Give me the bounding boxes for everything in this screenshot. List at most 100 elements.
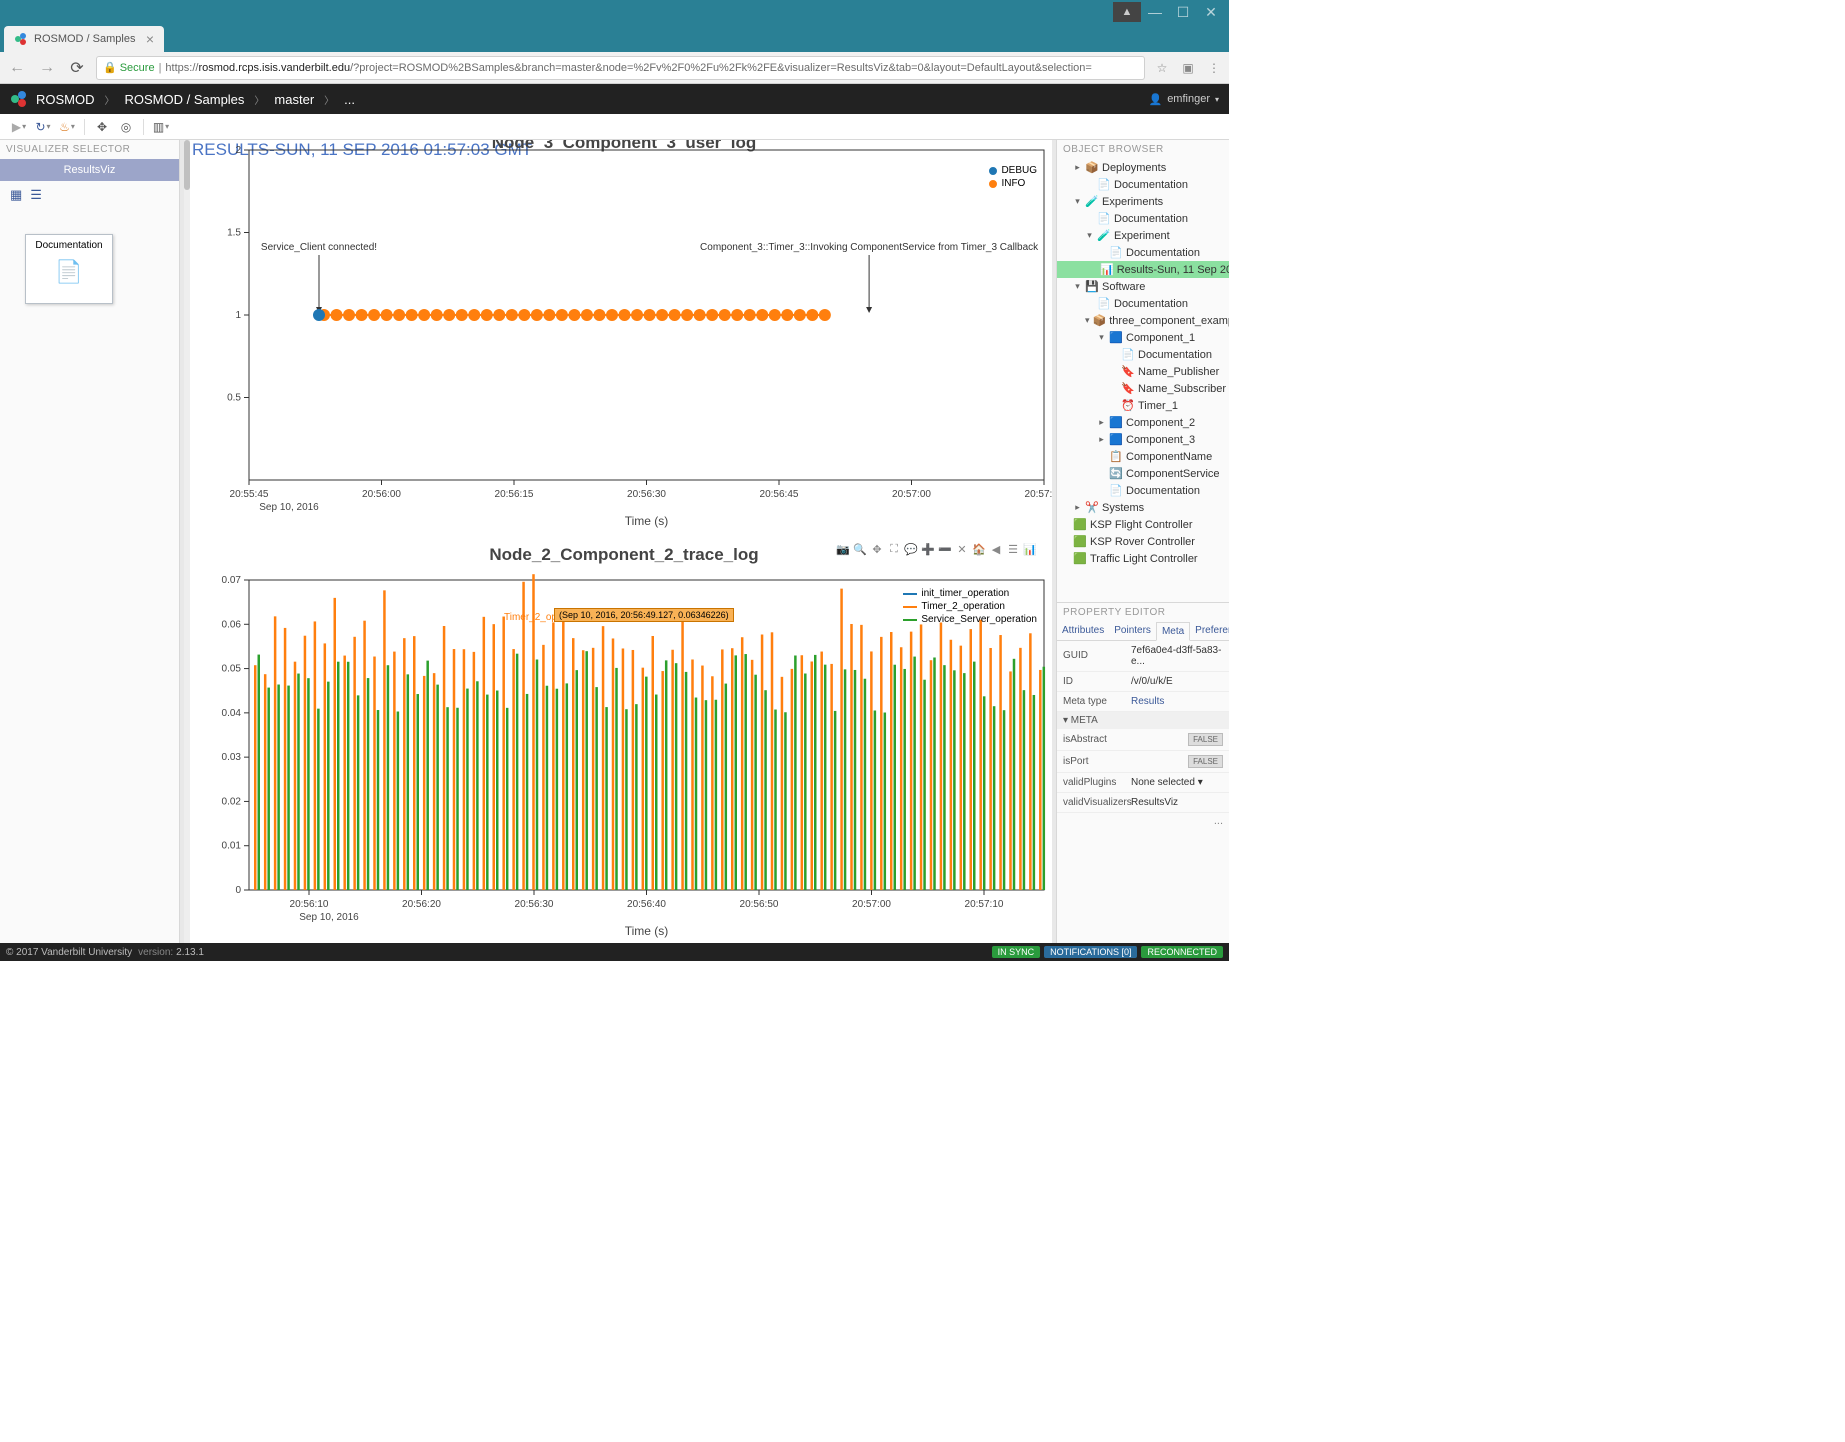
tree-node[interactable]: ⏰Timer_1: [1057, 397, 1229, 414]
status-badge[interactable]: NOTIFICATIONS [0]: [1044, 946, 1137, 958]
chart-tool-icon[interactable]: 💬: [904, 542, 918, 556]
chart-tool-icon[interactable]: ➖: [938, 542, 952, 556]
property-section-header[interactable]: ▾ META: [1057, 712, 1229, 729]
minimize-icon[interactable]: —: [1141, 2, 1169, 22]
close-icon[interactable]: ✕: [1197, 2, 1225, 22]
tree-expander-icon[interactable]: ▸: [1097, 434, 1106, 445]
grid-view-icon[interactable]: ▦: [10, 187, 22, 203]
tree-node[interactable]: 🟩Traffic Light Controller: [1057, 550, 1229, 567]
chart-tool-icon[interactable]: 🏠: [972, 542, 986, 556]
svg-text:Sep 10, 2016: Sep 10, 2016: [299, 912, 359, 923]
status-badge[interactable]: RECONNECTED: [1141, 946, 1223, 958]
browser-toolbar: ← → ⟳ 🔒 Secure | https://rosmod.rcps.isi…: [0, 52, 1229, 84]
user-menu-icon[interactable]: ▲: [1113, 2, 1141, 22]
tree-node[interactable]: 🔖Name_Publisher: [1057, 363, 1229, 380]
tree-node[interactable]: ▾🧪Experiments: [1057, 193, 1229, 210]
crumb-item[interactable]: master: [274, 92, 314, 107]
tree-node[interactable]: 📄Documentation: [1057, 176, 1229, 193]
tree-node[interactable]: 🔄ComponentService: [1057, 465, 1229, 482]
tree-node[interactable]: 🟩KSP Rover Controller: [1057, 533, 1229, 550]
maximize-icon[interactable]: ☐: [1169, 2, 1197, 22]
burn-button[interactable]: ♨: [56, 116, 78, 138]
tree-node[interactable]: ▸🟦Component_2: [1057, 414, 1229, 431]
tree-node[interactable]: 📋ComponentName: [1057, 448, 1229, 465]
tree-node[interactable]: 📄Documentation: [1057, 295, 1229, 312]
tree-node[interactable]: 📄Documentation: [1057, 244, 1229, 261]
property-value[interactable]: None selected ▾: [1131, 777, 1203, 788]
tree-node[interactable]: ▾🧪Experiment: [1057, 227, 1229, 244]
visualizer-selected[interactable]: ResultsViz: [0, 159, 179, 181]
back-icon[interactable]: ←: [6, 57, 28, 79]
star-icon[interactable]: ☆: [1153, 61, 1171, 75]
tree-expander-icon[interactable]: ▾: [1073, 281, 1082, 292]
property-tab[interactable]: Attributes: [1057, 622, 1109, 640]
tree-node[interactable]: 📄Documentation: [1057, 346, 1229, 363]
tree-expander-icon[interactable]: ▾: [1073, 196, 1082, 207]
tree-node[interactable]: ▾🟦Component_1: [1057, 329, 1229, 346]
scrollbar[interactable]: [184, 140, 190, 943]
tree-node-icon: 💾: [1085, 280, 1099, 294]
url-bar[interactable]: 🔒 Secure | https://rosmod.rcps.isis.vand…: [96, 56, 1145, 80]
list-view-icon[interactable]: ☰: [30, 187, 42, 203]
tree-expander-icon[interactable]: ▾: [1085, 315, 1090, 326]
tree-expander-icon[interactable]: ▸: [1097, 417, 1106, 428]
layout-button[interactable]: ▥: [150, 116, 172, 138]
tab-close-icon[interactable]: ×: [146, 31, 154, 47]
tree-node[interactable]: 📄Documentation: [1057, 210, 1229, 227]
tree-node[interactable]: ▸✂️Systems: [1057, 499, 1229, 516]
refresh-button[interactable]: ↻: [32, 116, 54, 138]
scrollbar-thumb[interactable]: [184, 140, 190, 190]
svg-text:0.04: 0.04: [222, 708, 242, 719]
status-badge[interactable]: IN SYNC: [992, 946, 1041, 958]
tree-expander-icon[interactable]: ▾: [1085, 230, 1094, 241]
tree-node[interactable]: ▸📦Deployments: [1057, 159, 1229, 176]
chart-tool-icon[interactable]: ☰: [1006, 542, 1020, 556]
reload-icon[interactable]: ⟳: [66, 57, 88, 79]
tree-expander-icon[interactable]: ▸: [1073, 162, 1082, 173]
chart-tool-icon[interactable]: 📊: [1023, 542, 1037, 556]
crosshair-button[interactable]: ✥: [91, 116, 113, 138]
tree-node-label: Component_3: [1126, 434, 1195, 446]
tree-expander-icon[interactable]: ▸: [1073, 502, 1082, 513]
property-tab[interactable]: Meta: [1156, 622, 1190, 641]
tree-node[interactable]: 🟩KSP Flight Controller: [1057, 516, 1229, 533]
property-value[interactable]: Results: [1131, 696, 1223, 707]
tree-node-icon: 📄: [1097, 178, 1111, 192]
tree-node[interactable]: 📄Documentation: [1057, 482, 1229, 499]
property-tab[interactable]: Pointers: [1109, 622, 1156, 640]
chart-tool-icon[interactable]: ➕: [921, 542, 935, 556]
more-icon[interactable]: ...: [1057, 813, 1229, 829]
property-editor-title: PROPERTY EDITOR: [1057, 603, 1229, 622]
tree-node[interactable]: 📊Results-Sun, 11 Sep 20: [1057, 261, 1229, 278]
tree-expander-icon[interactable]: ▾: [1097, 332, 1106, 343]
boolean-badge[interactable]: FALSE: [1188, 755, 1223, 768]
target-button[interactable]: ◎: [115, 116, 137, 138]
tree-node[interactable]: 🔖Name_Subscriber: [1057, 380, 1229, 397]
property-tab[interactable]: Preferences: [1190, 622, 1229, 640]
crumb-item[interactable]: ROSMOD: [36, 92, 95, 107]
tree-node[interactable]: ▸🟦Component_3: [1057, 431, 1229, 448]
crumb-item[interactable]: ROSMOD / Samples: [125, 92, 245, 107]
svg-text:20:57:00: 20:57:00: [892, 489, 931, 500]
tree-node[interactable]: ▾💾Software: [1057, 278, 1229, 295]
chart-tool-icon[interactable]: ◀: [989, 542, 1003, 556]
browser-tabstrip: ROSMOD / Samples ×: [0, 24, 1229, 52]
menu-icon[interactable]: ⋮: [1205, 61, 1223, 75]
svg-text:0.06: 0.06: [222, 619, 242, 630]
version: 2.13.1: [176, 947, 204, 958]
play-button[interactable]: ▶: [8, 116, 30, 138]
chart-tool-icon[interactable]: 🔍: [853, 542, 867, 556]
chart-tool-icon[interactable]: ✕: [955, 542, 969, 556]
browser-tab-active[interactable]: ROSMOD / Samples ×: [4, 26, 164, 52]
crumb-item[interactable]: ...: [344, 92, 355, 107]
chart-tool-icon[interactable]: ⛶: [887, 542, 901, 556]
secure-lock-icon[interactable]: 🔒 Secure: [103, 61, 155, 74]
boolean-badge[interactable]: FALSE: [1188, 733, 1223, 746]
tree-node[interactable]: ▾📦three_component_exampl: [1057, 312, 1229, 329]
chart-tool-icon[interactable]: ✥: [870, 542, 884, 556]
thumbnail-documentation[interactable]: Documentation 📄: [25, 234, 113, 304]
chart-tool-icon[interactable]: 📷: [836, 542, 850, 556]
extension-icon[interactable]: ▣: [1179, 61, 1197, 75]
tree-node-label: Results-Sun, 11 Sep 20: [1117, 264, 1229, 276]
user-menu[interactable]: 👤 emfinger ▾: [1148, 93, 1219, 106]
